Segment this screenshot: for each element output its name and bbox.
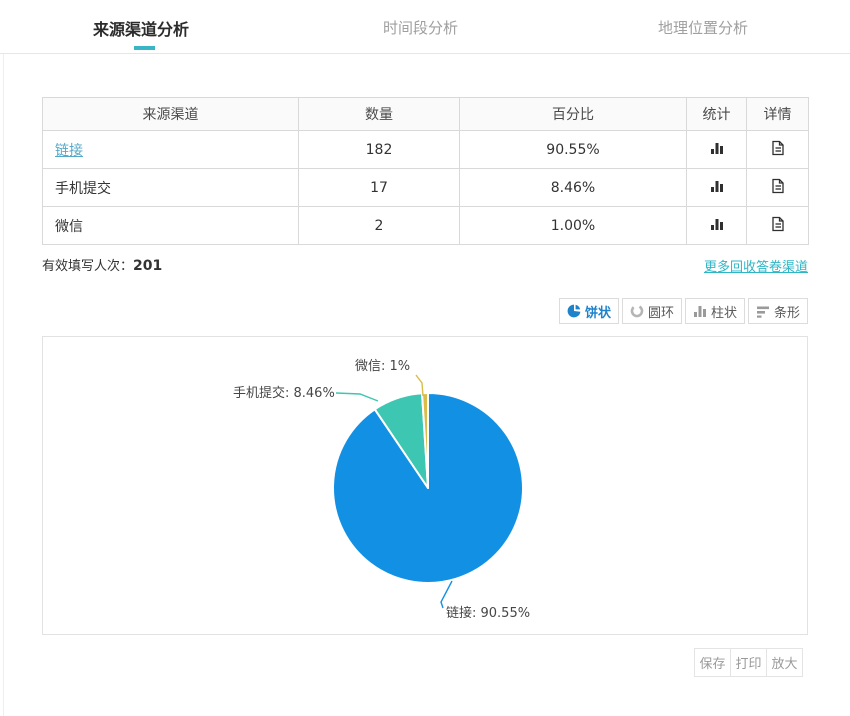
percent-cell: 90.55% [460,131,687,169]
footer-button-group: 保存 打印 放大 [695,648,803,677]
label-line-link [441,581,452,608]
count-cell: 2 [299,207,460,245]
tab-geo-location[interactable]: 地理位置分析 [658,17,748,38]
chart-type-toolbar: 饼状 圆环 柱状 条形 [559,298,808,324]
percent-cell: 1.00% [460,207,687,245]
analysis-page: 来源渠道分析 时间段分析 地理位置分析 来源渠道 数量 百分比 统计 详情 链接… [0,0,850,716]
channel-link[interactable]: 链接 [55,143,83,159]
header-stats: 统计 [687,98,747,131]
pie-label-mobile: 手机提交: 8.46% [233,385,335,401]
pie-chart-panel: 微信: 1% 手机提交: 8.46% 链接: 90.55% [42,336,808,635]
pie-chart-icon [567,304,581,318]
valid-count-label: 有效填写人次： [42,259,133,274]
more-channels-link[interactable]: 更多回收答卷渠道 [704,256,808,275]
label-line-mobile [336,393,378,401]
chart-type-ring-label: 圆环 [648,302,674,321]
channel-cell: 手机提交 [43,169,299,207]
save-button[interactable]: 保存 [694,648,731,677]
bar-chart-icon[interactable] [709,178,725,194]
header-detail: 详情 [747,98,809,131]
horizontal-bar-chart-icon [756,304,770,318]
meta-row: 有效填写人次：201 更多回收答卷渠道 [42,255,808,275]
chart-type-bar-button[interactable]: 条形 [748,298,808,324]
chart-type-column-button[interactable]: 柱状 [685,298,745,324]
table-row: 链接 182 90.55% [43,131,809,169]
header-count: 数量 [299,98,460,131]
valid-count-value: 201 [133,258,162,274]
chart-type-pie-button[interactable]: 饼状 [559,298,619,324]
header-percent: 百分比 [460,98,687,131]
tab-bar: 来源渠道分析 时间段分析 地理位置分析 [0,0,850,54]
pie-label-link: 链接: 90.55% [446,605,530,621]
ring-chart-icon [630,304,644,318]
tab-source-channel[interactable]: 来源渠道分析 [93,16,189,40]
page-edge-line [3,54,4,716]
bar-chart-icon[interactable] [709,140,725,156]
document-icon[interactable] [770,216,786,232]
print-button[interactable]: 打印 [730,648,767,677]
tab-time-period[interactable]: 时间段分析 [383,17,458,38]
pie-label-wechat: 微信: 1% [355,359,410,374]
chart-type-ring-button[interactable]: 圆环 [622,298,682,324]
column-chart-icon [693,304,707,318]
table-header-row: 来源渠道 数量 百分比 统计 详情 [43,98,809,131]
document-icon[interactable] [770,140,786,156]
document-icon[interactable] [770,178,786,194]
header-channel: 来源渠道 [43,98,299,131]
percent-cell: 8.46% [460,169,687,207]
channel-cell: 微信 [43,207,299,245]
count-cell: 182 [299,131,460,169]
count-cell: 17 [299,169,460,207]
bar-chart-icon[interactable] [709,216,725,232]
table-row: 微信 2 1.00% [43,207,809,245]
table-row: 手机提交 17 8.46% [43,169,809,207]
chart-type-pie-label: 饼状 [585,302,611,321]
zoom-button[interactable]: 放大 [766,648,803,677]
pie-chart: 微信: 1% 手机提交: 8.46% 链接: 90.55% [43,337,807,634]
channel-table: 来源渠道 数量 百分比 统计 详情 链接 182 90.55% 手机提交 17 … [42,97,809,245]
active-tab-underline [134,46,155,50]
chart-type-bar-label: 条形 [774,302,800,321]
chart-type-column-label: 柱状 [711,302,737,321]
